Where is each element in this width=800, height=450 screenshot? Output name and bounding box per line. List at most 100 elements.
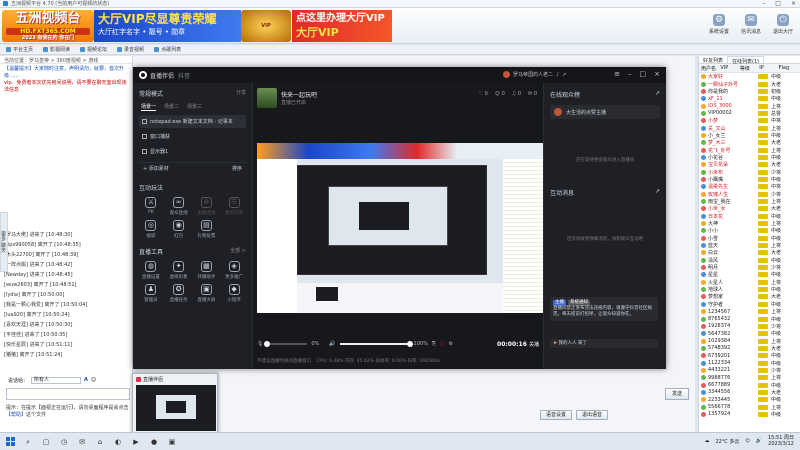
- feature-button-5[interactable]: ◉ 红包: [165, 220, 193, 239]
- tab-2[interactable]: 视频论坛: [80, 46, 107, 53]
- table-row[interactable]: 地球人 中级: [699, 286, 800, 293]
- table-row[interactable]: xF_11 中级: [699, 95, 800, 102]
- clock[interactable]: 15:51 周日 2023/3/12: [768, 435, 794, 447]
- table-row[interactable]: 火星人 上将: [699, 279, 800, 286]
- tab-0[interactable]: 平台主页: [6, 46, 33, 53]
- table-row[interactable]: 玫瑰人生 少将: [699, 191, 800, 198]
- stat-item[interactable]: ♡ 0: [479, 91, 488, 97]
- voice-settings-button[interactable]: 语音设置: [540, 410, 573, 420]
- feature-button-3[interactable]: ☰ 我的订单: [220, 197, 248, 216]
- table-row[interactable]: 日本花 中级: [699, 213, 800, 220]
- font-icon[interactable]: A: [84, 377, 88, 383]
- feature-button-2[interactable]: ▦ 开播助手: [193, 261, 221, 280]
- scene-mode-label[interactable]: 常规模式: [139, 89, 163, 98]
- close-icon[interactable]: ×: [791, 0, 796, 7]
- table-row[interactable]: 大神 上将: [699, 220, 800, 227]
- taskbar-app-icon-1[interactable]: ▢: [41, 437, 51, 447]
- table-row[interactable]: 1122334 中级: [699, 359, 800, 367]
- feature-button-4[interactable]: ◎ 福袋: [137, 220, 165, 239]
- network-icon[interactable]: ⌬: [745, 438, 749, 444]
- add-source-button[interactable]: + 添加素材: [143, 165, 169, 172]
- table-row[interactable]: 3344556 大老: [699, 389, 800, 396]
- taskbar-app-icon-6[interactable]: ▶: [131, 437, 141, 447]
- feature-button-6[interactable]: ▤ 礼物投票: [193, 220, 221, 239]
- toolbar-button-0[interactable]: ⚙ 系统设置: [706, 14, 732, 35]
- table-row[interactable]: 宝贝花朵 大老: [699, 161, 800, 168]
- record-icon[interactable]: ▢: [440, 341, 445, 347]
- stat-item[interactable]: ☺ 0: [495, 91, 505, 97]
- stream-cover[interactable]: [257, 88, 277, 108]
- feature-button-5[interactable]: ✪ 直播任务: [165, 284, 193, 303]
- side-more-tab[interactable]: 更多 聊天: [0, 212, 8, 272]
- toolbar-button-2[interactable]: ⏻ 退出大厅: [770, 14, 796, 35]
- exit-voice-button[interactable]: 退出语音: [576, 410, 609, 420]
- tab-4[interactable]: 点歌列表: [154, 46, 181, 53]
- camera-icon[interactable]: ⎘: [432, 341, 436, 347]
- table-row[interactable]: 星星 中级: [699, 271, 800, 278]
- sort-sources-button[interactable]: 排序: [232, 165, 242, 172]
- table-row[interactable]: 5748392 大老: [699, 345, 800, 352]
- table-row[interactable]: 小梦 中将: [699, 117, 800, 124]
- chat-target-select[interactable]: 所有人: [31, 376, 82, 384]
- table-row[interactable]: 小小 中级: [699, 227, 800, 234]
- taskbar-app-icon-4[interactable]: ⌂: [95, 437, 105, 447]
- stat-item[interactable]: ✉ 0: [528, 91, 537, 97]
- feature-button-2[interactable]: ⊗ 主播连线: [193, 197, 221, 216]
- external-link-icon[interactable]: ↗: [655, 90, 660, 99]
- table-row[interactable]: 花飞_外号 上将: [699, 146, 800, 154]
- table-row[interactable]: 5566778 上将: [699, 403, 800, 411]
- share-icon[interactable]: ➚: [562, 72, 566, 78]
- table-row[interactable]: 白云 大老: [699, 249, 800, 256]
- maximize-icon[interactable]: □: [640, 70, 647, 78]
- column-header[interactable]: IP: [759, 65, 778, 71]
- taskbar-app-icon-5[interactable]: ◐: [113, 437, 123, 447]
- settings-icon[interactable]: ⚙: [449, 341, 453, 347]
- table-row[interactable]: 1928374 少将: [699, 323, 800, 330]
- table-row[interactable]: 雨宝_我在 上将: [699, 198, 800, 205]
- taskbar-thumbnail[interactable]: 直播伴侣: [132, 373, 218, 433]
- feature-button-6[interactable]: ▣ 直播大屏: [193, 284, 221, 303]
- stream-title[interactable]: 快来一起玩吧: [281, 90, 317, 99]
- table-row[interactable]: 8765432 中级: [699, 315, 800, 323]
- table-row[interactable]: 清风 中级: [699, 257, 800, 264]
- maximize-icon[interactable]: □: [775, 0, 781, 7]
- speaker-volume-knob[interactable]: [406, 341, 413, 347]
- bell-icon[interactable]: ♪: [556, 72, 559, 78]
- stream-preview[interactable]: [257, 143, 543, 313]
- column-header[interactable]: Flag: [779, 65, 798, 71]
- feature-button-1[interactable]: ∞ 观众连线: [165, 197, 193, 216]
- feature-button-4[interactable]: ♟ 管理员: [137, 284, 165, 303]
- table-row[interactable]: 6677889 中级: [699, 381, 800, 389]
- table-row[interactable]: 关_文山 上将: [699, 124, 800, 132]
- user-list-tab-1[interactable]: 在线列表(1): [727, 56, 765, 65]
- table-row[interactable]: 小花谷 中级: [699, 154, 800, 161]
- scene-share-button[interactable]: 分享: [236, 89, 246, 98]
- taskbar-app-icon-7[interactable]: ●: [149, 437, 159, 447]
- taskbar-app-icon-3[interactable]: ✉: [77, 437, 87, 447]
- toolbar-button-1[interactable]: ✉ 信讯消息: [738, 14, 764, 35]
- table-row[interactable]: 1029384 上将: [699, 337, 800, 345]
- taskbar-app-icon-0[interactable]: ⌕: [23, 437, 33, 447]
- mic-volume-slider[interactable]: [264, 341, 308, 347]
- table-row[interactable]: 1234567 上将: [699, 308, 800, 315]
- weather-text[interactable]: 22°C 多云: [715, 438, 739, 445]
- table-row[interactable]: 2233445 中级: [699, 396, 800, 403]
- weather-icon[interactable]: ☁: [704, 438, 709, 444]
- source-item[interactable]: 窗口捕获: [139, 130, 246, 143]
- help-link[interactable]: 【帮助】: [6, 412, 26, 418]
- table-row[interactable]: 6739201 中级: [699, 352, 800, 359]
- live-user[interactable]: 罗马帝国的人老二 ♪ ➚: [503, 71, 566, 78]
- table-row[interactable]: VIP00002 总督: [699, 110, 800, 117]
- tools-more-link[interactable]: 全部 >: [230, 247, 246, 256]
- close-icon[interactable]: ×: [654, 70, 660, 78]
- scene-tab-1[interactable]: 场景二: [164, 103, 179, 111]
- feature-button-1[interactable]: ✦ 虚拟形象: [165, 261, 193, 280]
- mic-volume-knob[interactable]: [264, 341, 271, 347]
- source-item[interactable]: notepad.exe 新建文本文档 - 记事本: [139, 115, 246, 128]
- audience-card[interactable]: 大生活的点赞主播: [550, 105, 660, 119]
- table-row[interactable]: 一颗仙子外号 大老: [699, 80, 800, 88]
- external-link-icon[interactable]: ↗: [655, 188, 660, 197]
- table-row[interactable]: 9988776 上将: [699, 374, 800, 381]
- taskbar-app-icon-8[interactable]: ▣: [167, 437, 177, 447]
- column-header[interactable]: 等级: [740, 65, 759, 72]
